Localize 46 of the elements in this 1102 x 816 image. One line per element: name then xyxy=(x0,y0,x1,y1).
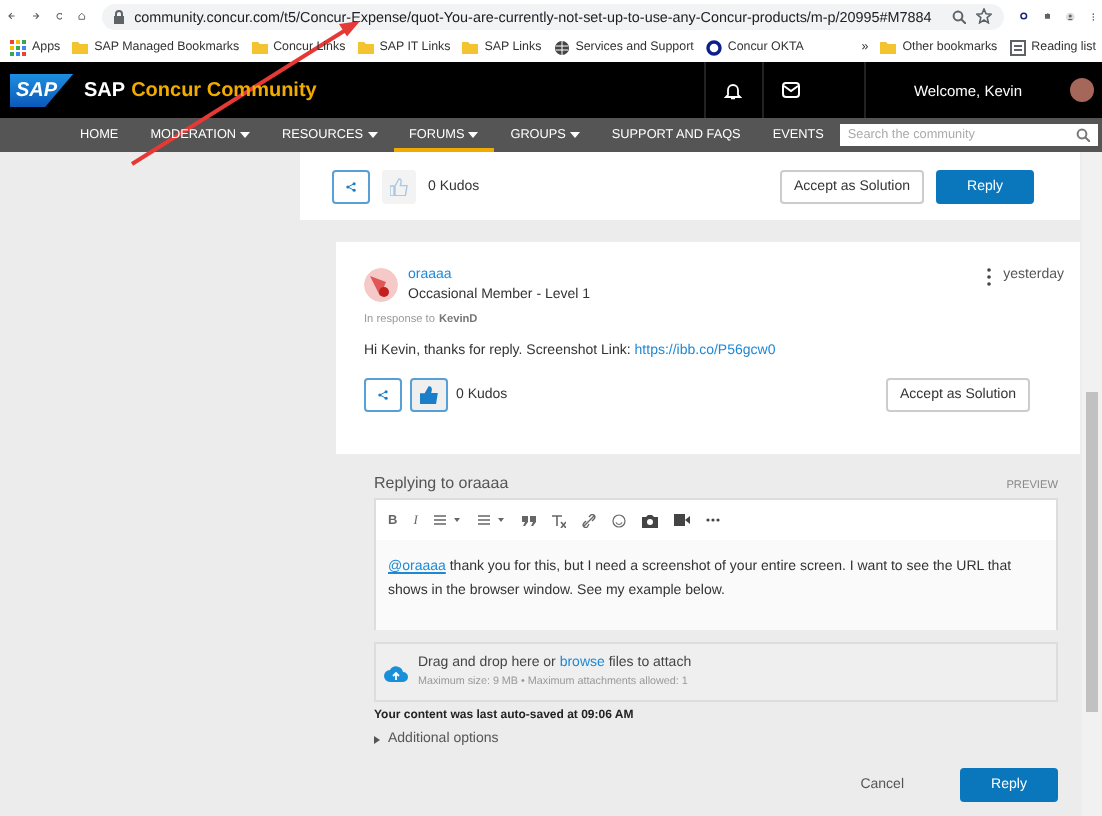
smiley-icon[interactable] xyxy=(611,513,626,527)
back-icon[interactable] xyxy=(8,8,16,24)
lock-icon xyxy=(114,9,125,23)
reading-list-icon xyxy=(1009,39,1026,55)
reply-heading: Replying to oraaaa xyxy=(374,474,509,492)
site-title: SAP xyxy=(84,79,126,101)
sap-logo[interactable]: SAP xyxy=(10,73,74,107)
camera-icon[interactable] xyxy=(641,513,658,527)
zoom-icon[interactable] xyxy=(951,9,966,23)
scrollbar-thumb[interactable] xyxy=(1086,392,1098,712)
user-avatar-icon xyxy=(364,268,398,302)
share-button[interactable] xyxy=(364,378,402,412)
more-options-icon[interactable] xyxy=(985,268,992,286)
folder-icon xyxy=(72,40,89,54)
video-camera-icon[interactable] xyxy=(673,514,690,526)
mail-icon xyxy=(782,82,801,98)
cloud-upload-icon xyxy=(384,663,408,681)
apps-grid-icon xyxy=(10,39,26,55)
folder-icon xyxy=(462,40,479,54)
star-icon[interactable] xyxy=(975,8,992,24)
kudo-button[interactable] xyxy=(410,378,448,412)
globe-icon xyxy=(553,39,570,55)
extension-ring-icon[interactable] xyxy=(1019,8,1028,24)
folder-icon xyxy=(251,40,268,54)
share-icon xyxy=(346,179,356,193)
forward-icon[interactable] xyxy=(31,8,40,24)
folder-icon xyxy=(880,40,897,54)
avatar[interactable] xyxy=(1070,78,1094,102)
ring-icon xyxy=(705,39,722,55)
bell-icon xyxy=(724,81,743,99)
reload-icon[interactable] xyxy=(55,8,63,24)
bulleted-list-icon[interactable] xyxy=(433,514,462,526)
numbered-list-icon[interactable] xyxy=(477,514,506,526)
scrollbar[interactable] xyxy=(1082,152,1102,816)
link-icon[interactable] xyxy=(581,513,596,527)
thumbs-up-icon xyxy=(420,386,438,404)
profile-icon[interactable] xyxy=(1066,7,1076,25)
search-icon xyxy=(1076,128,1090,142)
expand-triangle-icon[interactable] xyxy=(374,735,380,743)
home-icon[interactable] xyxy=(78,8,87,24)
clear-format-icon[interactable] xyxy=(551,513,566,527)
thumbs-up-icon xyxy=(390,177,408,195)
share-icon xyxy=(378,388,388,402)
folder-icon xyxy=(357,40,374,54)
share-button[interactable] xyxy=(332,169,370,203)
quote-icon[interactable] xyxy=(521,515,536,525)
